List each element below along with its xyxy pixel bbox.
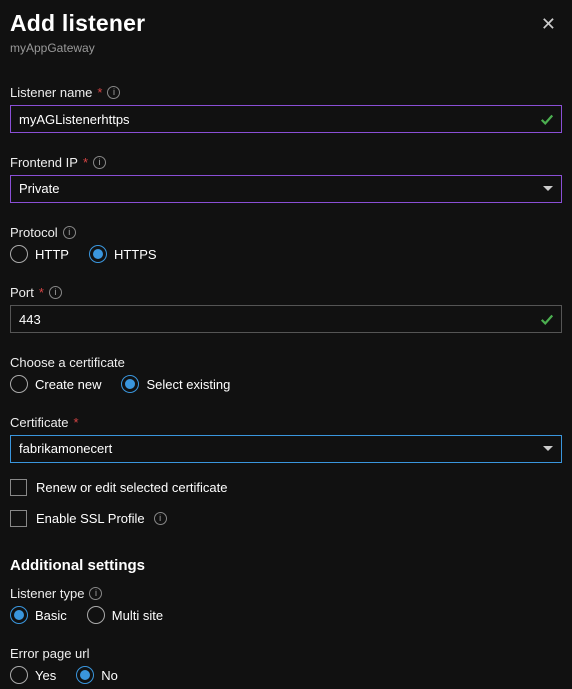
port-input[interactable]: [10, 305, 562, 333]
radio-label: Multi site: [112, 608, 163, 623]
cert-select-existing-radio[interactable]: Select existing: [121, 375, 230, 393]
info-icon[interactable]: i: [154, 512, 167, 525]
required-marker: *: [74, 415, 79, 430]
error-page-yes-radio[interactable]: Yes: [10, 666, 56, 684]
cert-create-new-radio[interactable]: Create new: [10, 375, 101, 393]
protocol-http-radio[interactable]: HTTP: [10, 245, 69, 263]
radio-label: Yes: [35, 668, 56, 683]
chevron-down-icon: [542, 443, 554, 455]
radio-label: HTTPS: [114, 247, 157, 262]
listener-type-label: Listener type: [10, 586, 84, 601]
frontend-ip-value: Private: [10, 175, 562, 203]
chevron-down-icon: [542, 183, 554, 195]
certificate-select[interactable]: fabrikamonecert: [10, 435, 562, 463]
additional-settings-heading: Additional settings: [10, 557, 562, 574]
validation-check-icon: [540, 312, 554, 326]
listener-type-basic-radio[interactable]: Basic: [10, 606, 67, 624]
protocol-https-radio[interactable]: HTTPS: [89, 245, 157, 263]
protocol-label: Protocol: [10, 225, 58, 240]
port-label: Port: [10, 285, 34, 300]
checkbox-icon: [10, 510, 27, 527]
required-marker: *: [83, 155, 88, 170]
frontend-ip-select[interactable]: Private: [10, 175, 562, 203]
radio-label: Create new: [35, 377, 101, 392]
listener-type-multi-radio[interactable]: Multi site: [87, 606, 163, 624]
page-title: Add listener: [10, 10, 145, 37]
info-icon[interactable]: i: [93, 156, 106, 169]
page-subtitle: myAppGateway: [10, 41, 562, 55]
frontend-ip-label: Frontend IP: [10, 155, 78, 170]
error-page-no-radio[interactable]: No: [76, 666, 118, 684]
radio-label: No: [101, 668, 118, 683]
radio-label: Select existing: [146, 377, 230, 392]
info-icon[interactable]: i: [107, 86, 120, 99]
enable-ssl-checkbox[interactable]: Enable SSL Profile i: [10, 510, 562, 527]
required-marker: *: [97, 85, 102, 100]
certificate-value: fabrikamonecert: [10, 435, 562, 463]
validation-check-icon: [540, 112, 554, 126]
info-icon[interactable]: i: [89, 587, 102, 600]
listener-name-label: Listener name: [10, 85, 92, 100]
radio-label: Basic: [35, 608, 67, 623]
checkbox-label: Enable SSL Profile: [36, 511, 145, 526]
choose-cert-label: Choose a certificate: [10, 355, 125, 370]
required-marker: *: [39, 285, 44, 300]
checkbox-icon: [10, 479, 27, 496]
renew-cert-checkbox[interactable]: Renew or edit selected certificate: [10, 479, 562, 496]
info-icon[interactable]: i: [49, 286, 62, 299]
radio-label: HTTP: [35, 247, 69, 262]
close-icon: ✕: [541, 14, 556, 34]
info-icon[interactable]: i: [63, 226, 76, 239]
listener-name-input[interactable]: [10, 105, 562, 133]
certificate-label: Certificate: [10, 415, 69, 430]
close-button[interactable]: ✕: [535, 10, 562, 39]
error-page-label: Error page url: [10, 646, 89, 661]
checkbox-label: Renew or edit selected certificate: [36, 480, 227, 495]
